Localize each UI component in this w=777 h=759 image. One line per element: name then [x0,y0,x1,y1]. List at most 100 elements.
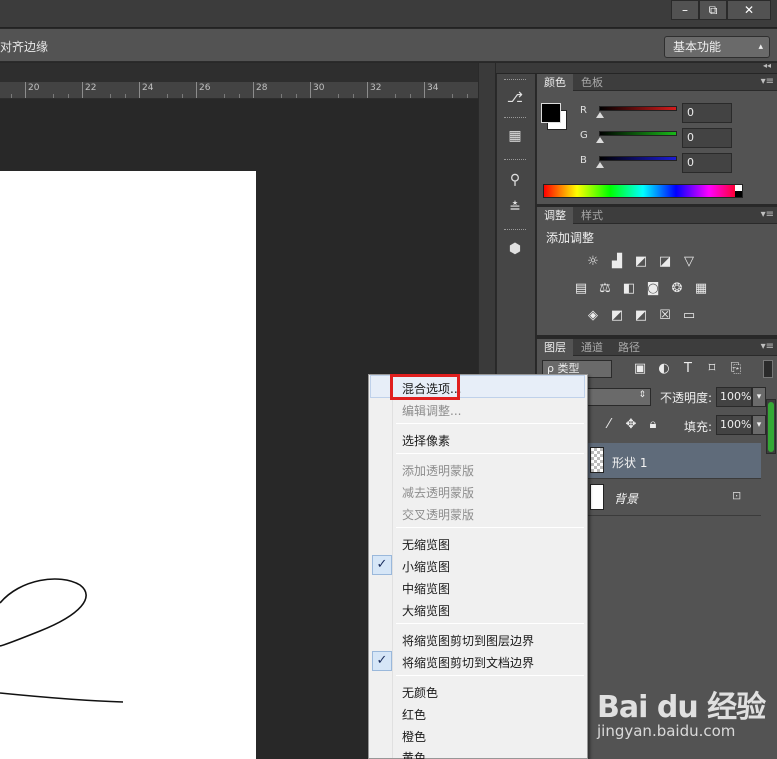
brightness-icon[interactable]: ☼ [585,254,601,270]
shape-filter-icon[interactable]: ⌑ [704,361,720,377]
type-filter-icon[interactable]: T [680,361,696,377]
minimize-button[interactable]: – [671,0,699,20]
panel-menu-icon[interactable]: ▾≡ [761,341,774,352]
menu-item-yellow[interactable]: 黄色 [402,749,426,759]
workspace-label: 基本功能 [673,40,722,54]
fill-dropdown[interactable]: ▾ [752,415,766,435]
menu-item-subtract-transparency-mask[interactable]: 减去透明蒙版 [402,484,474,501]
brush-preset-icon[interactable]: ≛ [501,196,529,220]
horizontal-ruler[interactable]: 20 22 24 26 28 30 32 34 [0,82,478,99]
posterize-icon[interactable]: ◩ [609,308,625,324]
check-icon: ✓ [372,651,392,671]
drawn-stroke [0,578,124,703]
layer-thumbnail [590,447,604,473]
black-white-icon[interactable]: ◧ [621,281,637,297]
adjustment-filter-icon[interactable]: ◐ [656,361,672,377]
grip-icon[interactable] [504,229,526,231]
threshold-icon[interactable]: ◩ [633,308,649,324]
green-channel-label: G [580,130,588,141]
blue-value-field[interactable]: 0 [682,153,732,173]
red-value-field[interactable]: 0 [682,103,732,123]
foreground-color-swatch[interactable] [541,103,561,123]
menu-item-add-transparency-mask[interactable]: 添加透明蒙版 [402,462,474,479]
curves-icon[interactable]: ◩ [633,254,649,270]
menu-item-clip-to-document-bounds[interactable]: 将缩览图剪切到文档边界 [402,654,534,671]
menu-item-select-pixels[interactable]: 选择像素 [402,432,450,449]
tab-channels[interactable]: 通道 [574,339,610,356]
ruler-label: 28 [256,83,268,93]
collapse-icon[interactable]: ◂◂ [763,61,771,70]
channel-mixer-icon[interactable]: ❂ [669,281,685,297]
photo-filter-icon[interactable]: ◙ [645,281,661,297]
blue-channel-label: B [580,155,587,166]
menu-item-edit-adjustment[interactable]: 编辑调整... [402,402,461,419]
menu-item-no-color[interactable]: 无颜色 [402,684,438,701]
panel-menu-icon[interactable]: ▾≡ [761,76,774,87]
grip-icon[interactable] [504,117,526,119]
grip-icon[interactable] [504,79,526,81]
exposure-icon[interactable]: ◪ [657,254,673,270]
smart-object-filter-icon[interactable]: ⎘ [728,361,744,377]
restore-button[interactable]: ⧉ [699,0,727,20]
layer-name[interactable]: 形状 1 [612,454,647,471]
opacity-dropdown[interactable]: ▾ [752,387,766,407]
slider-thumb-icon[interactable] [596,112,604,118]
red-slider[interactable] [599,106,677,111]
color-balance-icon[interactable]: ⚖ [597,281,613,297]
tab-adjustments[interactable]: 调整 [537,207,573,224]
green-value-field[interactable]: 0 [682,128,732,148]
tab-paths[interactable]: 路径 [611,339,647,356]
tab-color[interactable]: 颜色 [537,74,573,91]
slider-thumb-icon[interactable] [596,162,604,168]
lock-pixels-icon[interactable]: ⁄ [601,417,617,433]
close-button[interactable]: ✕ [727,0,771,20]
lock-position-icon[interactable]: ✥ [623,417,639,433]
menu-item-intersect-transparency-mask[interactable]: 交叉透明蒙版 [402,506,474,523]
hue-saturation-icon[interactable]: ▤ [573,281,589,297]
brush-icon[interactable]: ⚲ [501,168,529,192]
blend-mode-select[interactable]: ⇕ [587,388,651,406]
invert-icon[interactable]: ◈ [585,308,601,324]
color-spectrum-bar[interactable] [543,184,743,198]
ruler-label: 22 [85,83,97,93]
layers-scrollbar[interactable] [766,399,776,454]
align-edges-label[interactable]: 对齐边缘 [0,38,48,55]
menu-item-red[interactable]: 红色 [402,706,426,723]
gradient-map-icon[interactable]: ▭ [681,308,697,324]
menu-item-medium-thumbnails[interactable]: 中缩览图 [402,580,450,597]
color-lookup-icon[interactable]: ▦ [693,281,709,297]
selective-color-icon[interactable]: ☒ [657,308,673,324]
scroll-thumb[interactable] [768,402,774,452]
tab-layers[interactable]: 图层 [537,339,573,356]
opacity-field[interactable]: 100% [716,387,752,407]
3d-icon[interactable]: ⬢ [501,237,529,261]
vibrance-icon[interactable]: ▽ [681,254,697,270]
tab-styles[interactable]: 样式 [574,207,610,224]
menu-item-clip-to-layer-bounds[interactable]: 将缩览图剪切到图层边界 [402,632,534,649]
history-icon[interactable]: ⎇ [501,86,529,110]
menu-item-large-thumbnails[interactable]: 大缩览图 [402,602,450,619]
workspace-selector[interactable]: 基本功能 ▴▾ [664,36,770,72]
document-canvas[interactable] [0,171,256,759]
menu-item-orange[interactable]: 橙色 [402,728,426,745]
lock-all-icon[interactable]: 🔒︎ [645,417,661,433]
fill-field[interactable]: 100% [716,415,752,435]
highlight-annotation-box [390,374,460,400]
tab-swatches[interactable]: 色板 [574,74,610,91]
grip-icon[interactable] [504,159,526,161]
blue-slider[interactable] [599,156,677,161]
filter-toggle[interactable] [763,360,773,378]
slider-thumb-icon[interactable] [596,137,604,143]
layer-thumbnail [590,484,604,510]
levels-icon[interactable]: ▟ [609,254,625,270]
properties-icon[interactable]: ▦ [501,124,529,148]
ruler-label: 30 [313,83,325,93]
pixel-filter-icon[interactable]: ▣ [632,361,648,377]
panel-menu-icon[interactable]: ▾≡ [761,209,774,220]
green-slider[interactable] [599,131,677,136]
adjustments-panel: 调整 样式 ▾≡ 添加调整 ☼ ▟ ◩ ◪ ▽ ▤ ⚖ ◧ ◙ ❂ ▦ ◈ ◩ … [536,207,777,335]
ruler-label: 34 [427,83,439,93]
layer-name[interactable]: 背景 [614,490,638,507]
menu-item-no-thumbnails[interactable]: 无缩览图 [402,536,450,553]
menu-item-small-thumbnails[interactable]: 小缩览图 [402,558,450,575]
